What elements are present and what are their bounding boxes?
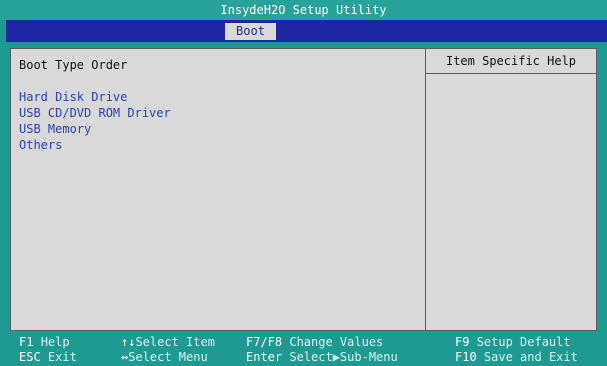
hint-desc: Setup Default (476, 335, 571, 349)
boot-order-panel: Boot Type Order Hard Disk Drive USB CD/D… (11, 49, 426, 330)
boot-item-others[interactable]: Others (19, 137, 171, 153)
help-title: Item Specific Help (426, 49, 596, 74)
hint-select-submenu: Enter Select▶Sub-Menu (246, 350, 398, 364)
hint-exit: ESC Exit (19, 350, 77, 364)
hint-key: F1 (19, 335, 34, 349)
hint-save-exit: F10 Save and Exit (455, 350, 578, 364)
section-title: Boot Type Order (19, 58, 128, 72)
hint-key: ESC (19, 350, 41, 364)
hint-key: Enter (246, 350, 283, 364)
boot-item-usb-memory[interactable]: USB Memory (19, 121, 171, 137)
boot-item-usb-cd-dvd[interactable]: USB CD/DVD ROM Driver (19, 105, 171, 121)
hint-desc: Save and Exit (483, 350, 578, 364)
hint-key: F7/F8 (246, 335, 283, 349)
hint-desc: Change Values (289, 335, 384, 349)
footer-hints: F1 Help ↑↓Select Item F7/F8 Change Value… (0, 333, 607, 366)
hint-select-menu: ↔Select Menu (121, 350, 208, 364)
hint-desc: Select Item (135, 335, 215, 349)
tab-bar: Boot (6, 20, 607, 42)
hint-desc: Select▶Sub-Menu (289, 350, 398, 364)
hint-setup-default: F9 Setup Default (455, 335, 571, 349)
tab-boot[interactable]: Boot (225, 23, 276, 40)
boot-order-list: Hard Disk Drive USB CD/DVD ROM Driver US… (19, 89, 171, 153)
hint-key: F10 (455, 350, 477, 364)
hint-desc: Exit (47, 350, 77, 364)
hint-select-item: ↑↓Select Item (121, 335, 215, 349)
hint-change-values: F7/F8 Change Values (246, 335, 383, 349)
footer-row-1: F1 Help ↑↓Select Item F7/F8 Change Value… (0, 335, 607, 351)
main-panel: Boot Type Order Hard Disk Drive USB CD/D… (10, 48, 597, 331)
boot-item-hard-disk[interactable]: Hard Disk Drive (19, 89, 171, 105)
window-title: InsydeH2O Setup Utility (0, 0, 607, 20)
hint-desc: Select Menu (128, 350, 208, 364)
help-panel: Item Specific Help (426, 49, 596, 330)
hint-help: F1 Help (19, 335, 70, 349)
hint-desc: Help (40, 335, 70, 349)
footer-row-2: ESC Exit ↔Select Menu Enter Select▶Sub-M… (0, 350, 607, 366)
hint-key: ↑↓ (121, 335, 136, 349)
hint-key: F9 (455, 335, 470, 349)
